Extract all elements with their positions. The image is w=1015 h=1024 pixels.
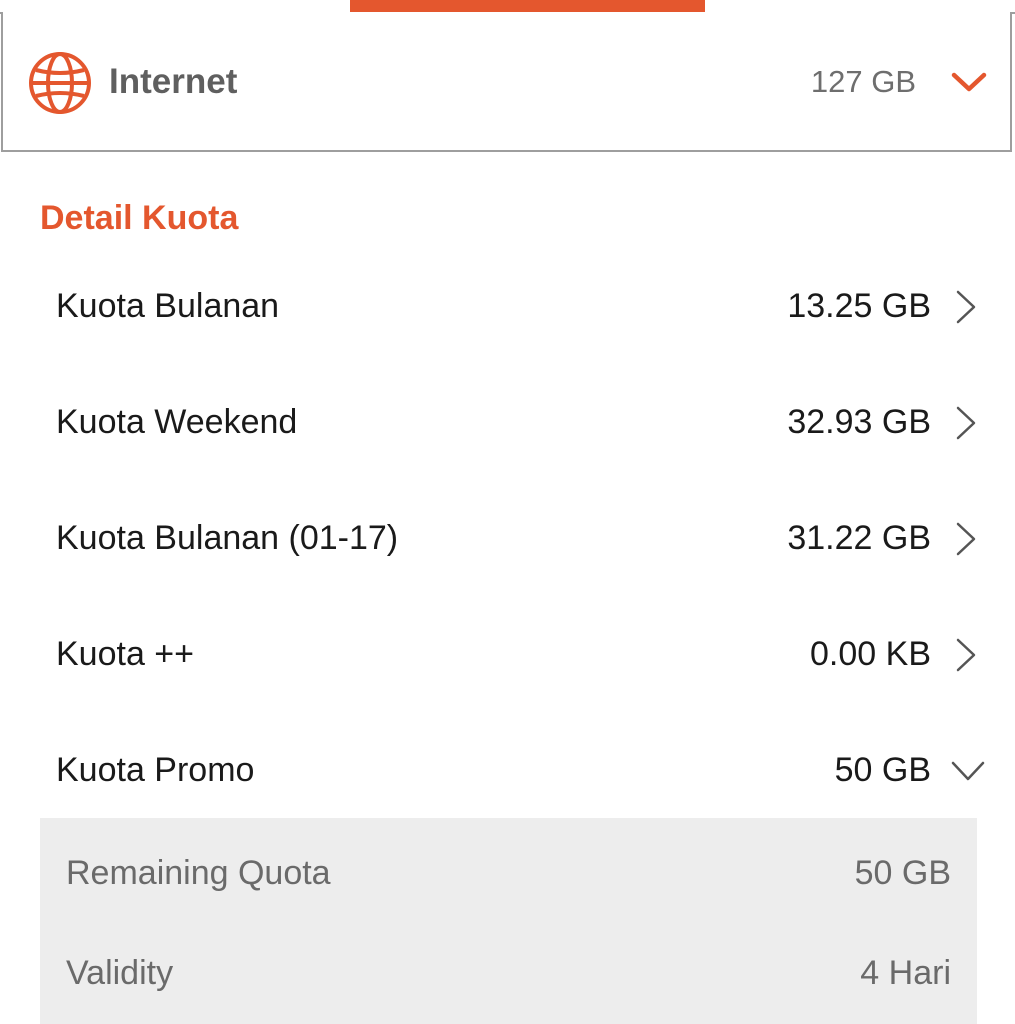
remaining-quota-row: Remaining Quota 50 GB: [66, 848, 951, 898]
quota-row-weekend[interactable]: Kuota Weekend 32.93 GB: [56, 393, 986, 449]
internet-summary-card[interactable]: Internet 127 GB: [1, 12, 1012, 152]
chevron-right-icon: [956, 406, 976, 440]
quota-value: 0.00 KB: [810, 635, 931, 673]
quota-row-bulanan[interactable]: Kuota Bulanan 13.25 GB: [56, 277, 986, 333]
quota-value: 31.22 GB: [787, 519, 931, 557]
validity-row: Validity 4 Hari: [66, 948, 951, 998]
quota-row-plus-plus[interactable]: Kuota ++ 0.00 KB: [56, 625, 986, 681]
chevron-right-icon: [956, 522, 976, 556]
quota-value: 32.93 GB: [787, 403, 931, 441]
quota-row-promo[interactable]: Kuota Promo 50 GB: [56, 741, 986, 797]
detail-value: 4 Hari: [860, 954, 951, 992]
chevron-down-icon: [951, 761, 985, 781]
chevron-right-icon: [956, 638, 976, 672]
quota-row-bulanan-01-17[interactable]: Kuota Bulanan (01-17) 31.22 GB: [56, 509, 986, 565]
detail-value: 50 GB: [854, 854, 951, 892]
quota-label: Kuota ++: [56, 635, 195, 673]
chevron-down-icon[interactable]: [950, 70, 988, 94]
quota-label: Kuota Promo: [56, 751, 255, 789]
internet-total: 127 GB: [810, 64, 916, 99]
chevron-right-icon: [956, 290, 976, 324]
quota-label: Kuota Weekend: [56, 403, 298, 441]
quota-label: Kuota Bulanan: [56, 287, 280, 325]
active-tab-indicator[interactable]: [350, 0, 705, 12]
internet-title: Internet: [109, 62, 238, 101]
globe-icon: [29, 52, 91, 114]
promo-detail-panel: Remaining Quota 50 GB Validity 4 Hari: [40, 818, 977, 1024]
quota-value: 50 GB: [834, 751, 931, 789]
quota-label: Kuota Bulanan (01-17): [56, 519, 399, 557]
quota-page: Internet 127 GB Detail Kuota Kuota Bulan…: [0, 0, 1015, 1024]
detail-label: Validity: [66, 954, 174, 992]
quota-value: 13.25 GB: [787, 287, 931, 325]
detail-kuota-title: Detail Kuota: [40, 199, 239, 237]
detail-label: Remaining Quota: [66, 854, 331, 892]
